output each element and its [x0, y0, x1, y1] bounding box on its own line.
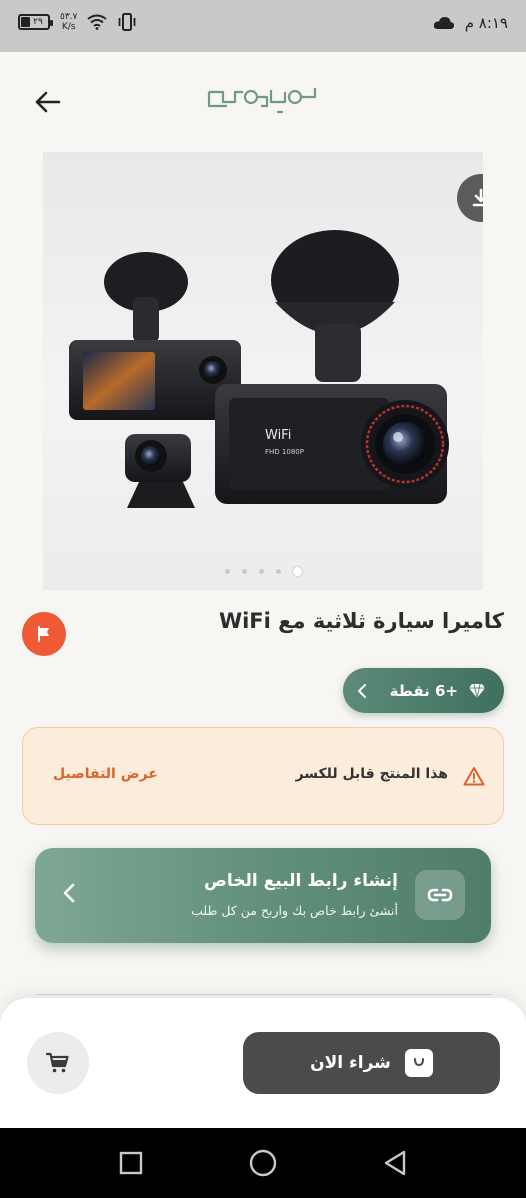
link-icon: [427, 888, 453, 902]
camera-resolution-text: FHD 1080P: [265, 448, 304, 456]
logo: [207, 88, 317, 114]
buy-now-label: شراء الان: [310, 1053, 391, 1073]
status-right: ٨:١٩ م: [433, 14, 508, 32]
product-image[interactable]: WiFi FHD 1080P: [43, 152, 483, 590]
fragile-warning: هذا المنتج قابل للكسر عرض التفاصيل: [22, 727, 504, 825]
wifi-icon: [87, 14, 107, 30]
chevron-left-icon: [357, 683, 367, 698]
diamond-icon: [468, 683, 486, 699]
pagination-dot[interactable]: [258, 569, 264, 574]
camera-wifi-text: WiFi: [265, 428, 291, 443]
triangle-back-icon: [384, 1150, 406, 1176]
home-button[interactable]: [248, 1148, 278, 1178]
header: [0, 52, 526, 148]
status-time: ٨:١٩ م: [464, 14, 508, 32]
buy-now-button[interactable]: شراء الان: [243, 1032, 500, 1094]
affiliate-title: إنشاء رابط البيع الخاص: [204, 871, 398, 891]
points-label: +6 نقطة: [389, 681, 458, 700]
circle-icon: [249, 1149, 277, 1177]
battery-level: ٢٩: [33, 17, 43, 27]
square-icon: [119, 1151, 143, 1175]
chevron-left-icon: [63, 883, 75, 903]
battery-icon: ٢٩: [18, 14, 53, 30]
pagination-dot[interactable]: [241, 569, 247, 574]
status-left-icons: ٢٩ ٥٣.٧ K/s: [18, 12, 137, 32]
pagination-dot[interactable]: [224, 569, 230, 574]
warning-text: هذا المنتج قابل للكسر: [295, 766, 448, 782]
divider: [35, 994, 491, 995]
points-pill[interactable]: +6 نقطة: [343, 668, 504, 713]
warning-icon: [463, 766, 485, 790]
cart-icon: [46, 1052, 69, 1073]
add-to-cart-button[interactable]: [27, 1032, 89, 1094]
report-button[interactable]: [22, 612, 66, 656]
dash-camera-illustration: WiFi FHD 1080P: [69, 230, 449, 508]
download-icon: [472, 188, 483, 207]
pagination-dot[interactable]: [275, 569, 281, 574]
network-speed: ٥٣.٧ K/s: [60, 12, 77, 32]
affiliate-subtitle: أنشئ رابط خاص بك واربح من كل طلب: [191, 903, 398, 918]
shopping-bag-icon: [404, 1049, 433, 1077]
link-icon-box: [415, 870, 465, 920]
affiliate-link-card[interactable]: إنشاء رابط البيع الخاص أنشئ رابط خاص بك …: [35, 848, 491, 943]
status-bar: ٢٩ ٥٣.٧ K/s ٨:١٩ م: [0, 0, 526, 52]
view-details-link[interactable]: عرض التفاصيل: [53, 766, 158, 782]
product-title: كاميرا سيارة ثلاثية مع WiFi: [218, 609, 504, 633]
system-navigation-bar: [0, 1128, 526, 1198]
network-speed-unit: K/s: [61, 22, 76, 32]
back-button[interactable]: [30, 84, 66, 120]
pagination-dot[interactable]: [292, 567, 302, 576]
flag-icon: [38, 626, 49, 642]
back-nav-button[interactable]: [380, 1148, 410, 1178]
vibrate-icon: [118, 13, 136, 31]
arrow-left-icon: [35, 91, 61, 113]
network-speed-value: ٥٣.٧: [60, 12, 78, 22]
image-pagination: [43, 567, 483, 576]
bottom-action-bar: شراء الان: [0, 998, 526, 1128]
cloud-icon: [433, 17, 454, 29]
recents-button[interactable]: [116, 1148, 146, 1178]
